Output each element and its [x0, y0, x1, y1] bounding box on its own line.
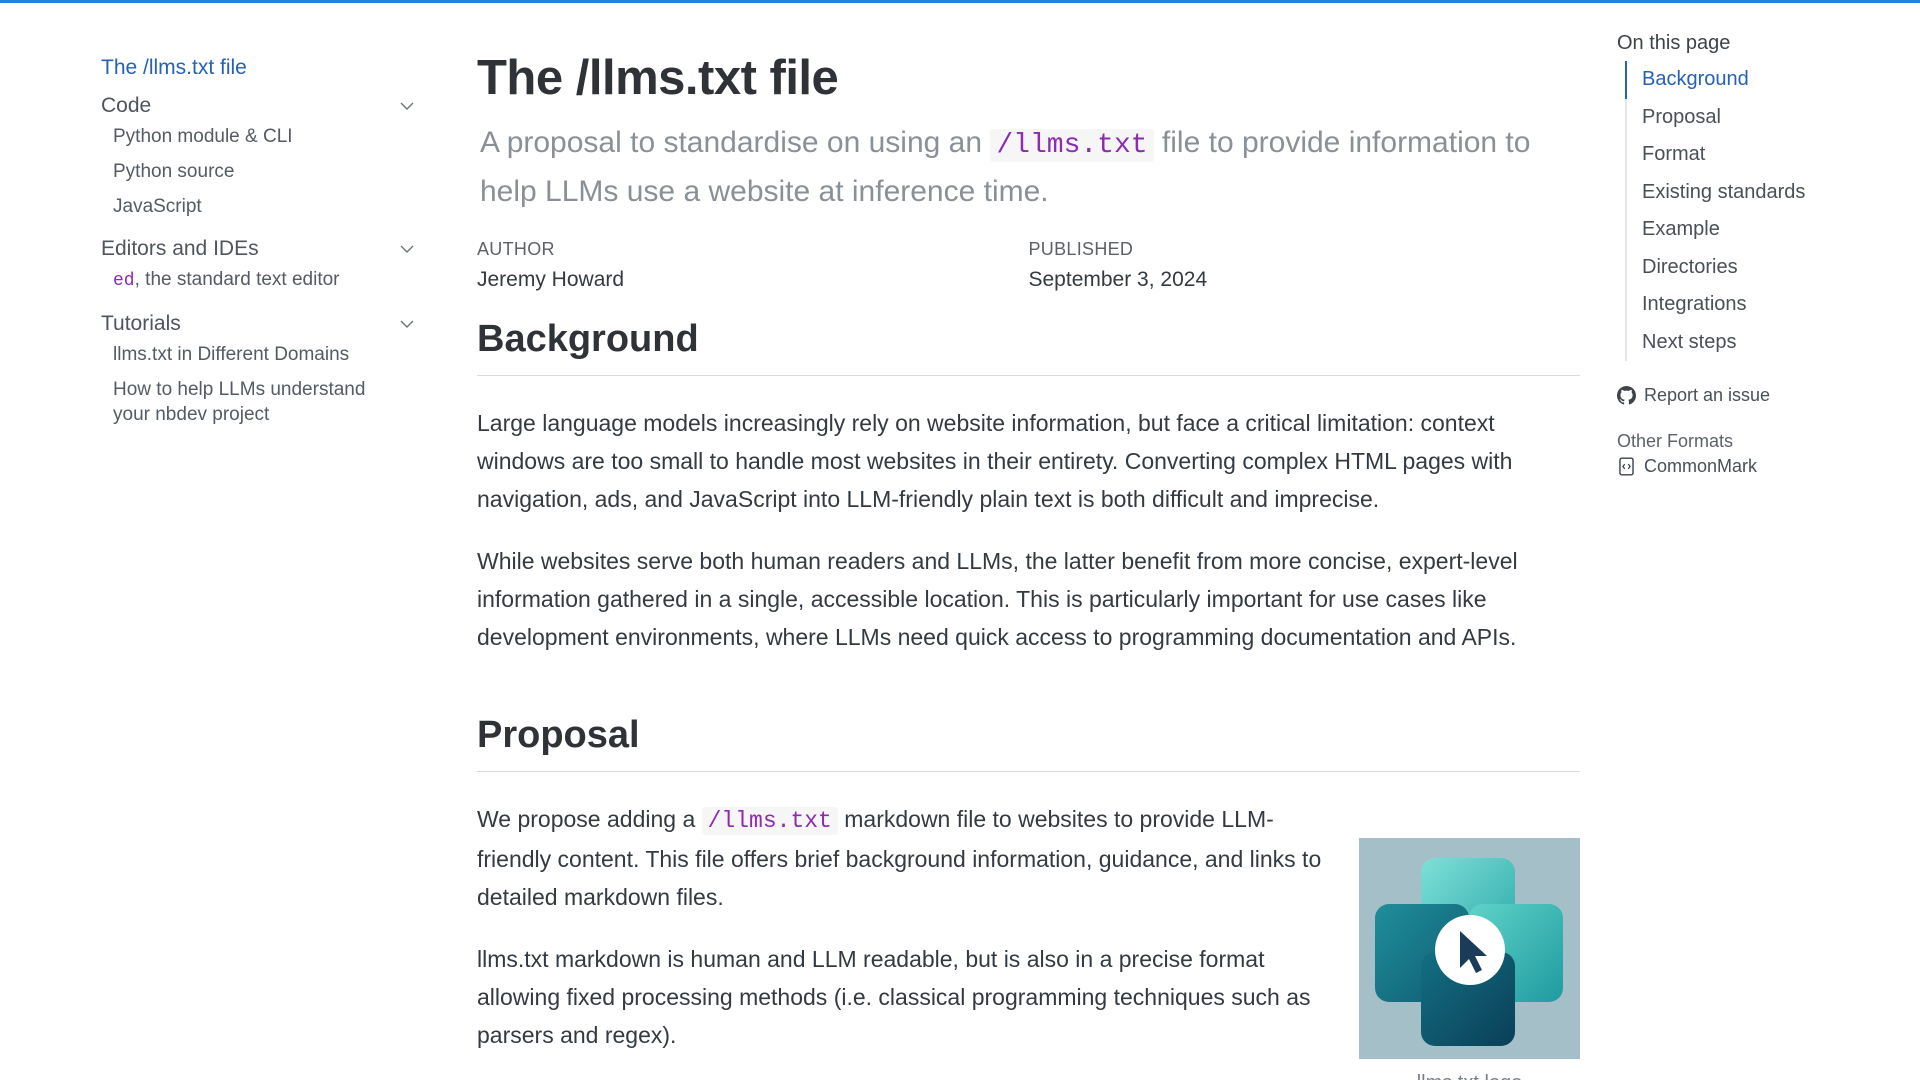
title-meta: Author Jeremy Howard Published September…	[477, 239, 1580, 292]
table-of-contents: On this page Background Proposal Format …	[1617, 32, 1877, 480]
sidebar-section-toggle-code[interactable]: Code	[101, 90, 414, 122]
toc-list: Background Proposal Format Existing stan…	[1625, 61, 1877, 361]
inline-code: /llms.txt	[990, 129, 1154, 162]
sidebar-item-javascript[interactable]: JavaScript	[113, 194, 421, 219]
proposal-body: We propose adding a /llms.txt markdown f…	[477, 800, 1580, 1080]
published-block: Published September 3, 2024	[1029, 239, 1581, 292]
commonmark-label: CommonMark	[1644, 455, 1758, 476]
github-icon	[1617, 385, 1636, 405]
chevron-down-icon	[400, 245, 414, 253]
author-name: Jeremy Howard	[477, 268, 625, 291]
sidebar-section-toggle-editors[interactable]: Editors and IDEs	[101, 233, 414, 265]
logo-caption: llms.txt logo	[1359, 1072, 1580, 1080]
background-paragraph: While websites serve both human readers …	[477, 548, 1518, 650]
chevron-down-icon	[400, 320, 414, 328]
llms-txt-logo	[1359, 838, 1580, 1059]
sidebar-section-label: Editors and IDEs	[101, 237, 259, 260]
proposal-paragraph: We propose adding a /llms.txt markdown f…	[477, 800, 1347, 916]
file-code-icon	[1619, 456, 1634, 476]
report-issue-link[interactable]: Report an issue	[1617, 381, 1877, 409]
sidebar-section-editors: Editors and IDEs ed, the standard text e…	[101, 233, 421, 294]
toc-item-format[interactable]: Format	[1627, 136, 1877, 174]
toc-item-next-steps[interactable]: Next steps	[1627, 324, 1877, 362]
paragraph-text: We propose adding a	[477, 806, 702, 832]
ed-code: ed	[113, 271, 135, 291]
toc-item-example[interactable]: Example	[1627, 211, 1877, 249]
sidebar-item-python-source[interactable]: Python source	[113, 159, 421, 184]
published-label: Published	[1028, 239, 1134, 259]
sidebar-section-label: Code	[101, 94, 152, 117]
cursor-logo-icon	[1375, 858, 1563, 1046]
chevron-down-icon	[400, 102, 414, 110]
toc-item-proposal[interactable]: Proposal	[1627, 99, 1877, 137]
background-paragraph: Large language models increasingly rely …	[477, 410, 1513, 512]
section-heading-proposal: Proposal	[477, 714, 1580, 772]
sidebar-item-llms-txt-file[interactable]: The /llms.txt file	[101, 56, 421, 80]
toc-actions: Report an issue Other Formats CommonMark	[1617, 381, 1877, 480]
report-issue-label: Report an issue	[1644, 384, 1771, 405]
sidebar-item-nbdev[interactable]: How to help LLMs understand your nbdev p…	[113, 377, 403, 427]
sidebar-section-code: Code Python module & CLI Python source J…	[101, 90, 421, 219]
toc-title: On this page	[1617, 32, 1731, 54]
commonmark-link[interactable]: CommonMark	[1617, 452, 1877, 480]
toc-item-background[interactable]: Background	[1625, 61, 1877, 99]
sidebar-section-tutorials: Tutorials llms.txt in Different Domains …	[101, 308, 421, 427]
sidebar-item-label: , the standard text editor	[134, 269, 340, 290]
sidebar: The /llms.txt file Code Python module & …	[101, 56, 421, 441]
toc-item-directories[interactable]: Directories	[1627, 249, 1877, 287]
sidebar-item-different-domains[interactable]: llms.txt in Different Domains	[113, 342, 421, 367]
proposal-paragraph: llms.txt markdown is human and LLM reada…	[477, 946, 1311, 1048]
inline-code: /llms.txt	[701, 807, 838, 835]
other-formats-label: Other Formats	[1617, 431, 1734, 451]
sidebar-item-python-module[interactable]: Python module & CLI	[113, 124, 421, 149]
top-accent-bar	[0, 0, 1920, 3]
toc-item-existing-standards[interactable]: Existing standards	[1627, 174, 1877, 212]
toc-item-integrations[interactable]: Integrations	[1627, 286, 1877, 324]
sidebar-item-ed-editor[interactable]: ed, the standard text editor	[113, 267, 421, 294]
page-subtitle: A proposal to standardise on using an /l…	[477, 120, 1580, 215]
sidebar-section-toggle-tutorials[interactable]: Tutorials	[101, 308, 414, 340]
page-title: The /llms.txt file	[477, 51, 839, 105]
main-content: The /llms.txt file A proposal to standar…	[477, 48, 1580, 1080]
subtitle-text: A proposal to standardise on using an	[480, 126, 991, 159]
section-heading-background: Background	[477, 318, 1580, 376]
sidebar-section-label: Tutorials	[101, 312, 181, 335]
published-date: September 3, 2024	[1028, 268, 1208, 291]
author-label: Author	[477, 239, 555, 259]
author-block: Author Jeremy Howard	[477, 239, 1029, 292]
